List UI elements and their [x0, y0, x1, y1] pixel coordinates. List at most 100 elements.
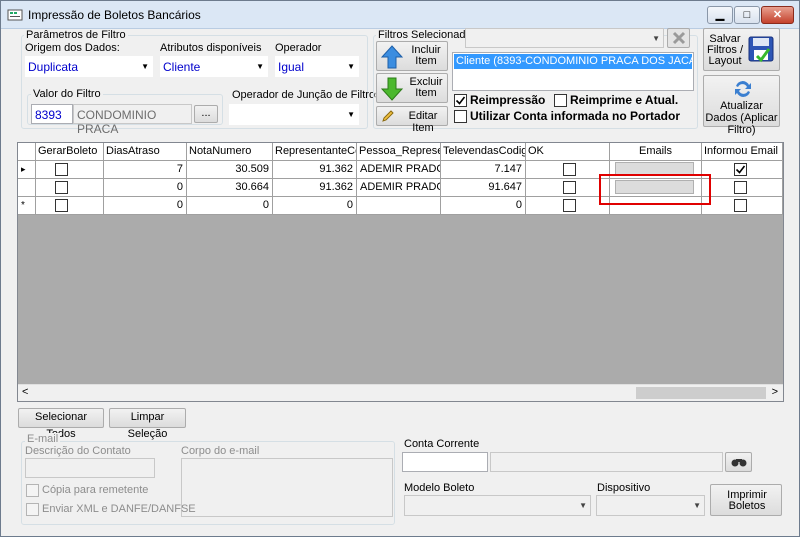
enviar-xml-checkbox[interactable] — [26, 503, 39, 516]
pessoa-cell[interactable]: ADEMIR PRADO — [357, 161, 441, 179]
col-header-ok[interactable]: OK — [526, 143, 610, 161]
browse-button[interactable]: ... — [194, 105, 218, 123]
operador-combo[interactable]: Igual ▼ — [275, 56, 359, 77]
selecionar-todos-button[interactable]: Selecionar Todos — [18, 408, 104, 440]
reimprime-checkbox[interactable] — [554, 94, 567, 107]
filtros-listbox[interactable]: Cliente (8393-CONDOMINIO PRACA DOS JACAR… — [452, 52, 694, 91]
nota-cell[interactable]: 30.664 — [187, 179, 273, 197]
gerar-cell[interactable] — [36, 197, 104, 215]
informou-checkbox[interactable] — [734, 199, 747, 212]
main-window: Impressão de Boletos Bancários ▁ □ ✕ Par… — [0, 0, 800, 537]
col-header-representante[interactable]: RepresentanteCodi — [273, 143, 357, 161]
informou-checkbox[interactable] — [734, 163, 747, 176]
salvar-label: Salvar Filtros / Layout — [706, 33, 744, 67]
operador-value: Igual — [278, 60, 305, 74]
ok-checkbox[interactable] — [563, 199, 576, 212]
col-header-televendas[interactable]: TelevendasCodigo — [441, 143, 526, 161]
corpo-textarea[interactable] — [181, 458, 393, 517]
rep-cell[interactable]: 91.362 — [273, 179, 357, 197]
ok-checkbox[interactable] — [563, 181, 576, 194]
informou-checkbox[interactable] — [734, 181, 747, 194]
descricao-label: Descrição do Contato — [25, 445, 131, 457]
scroll-right-arrow[interactable]: > — [772, 386, 778, 398]
descricao-input[interactable] — [25, 458, 155, 478]
rep-cell[interactable]: 0 — [273, 197, 357, 215]
pessoa-cell[interactable]: ADEMIR PRADO — [357, 179, 441, 197]
col-header-nota[interactable]: NotaNumero — [187, 143, 273, 161]
copia-label: Cópia para remetente — [42, 484, 149, 496]
chevron-down-icon: ▼ — [141, 62, 149, 71]
filtros-label: Filtros Selecionados — [376, 29, 480, 41]
window-title: Impressão de Boletos Bancários — [28, 8, 201, 22]
scroll-thumb[interactable] — [636, 387, 766, 399]
close-button[interactable]: ✕ — [761, 6, 794, 24]
col-header-informou[interactable]: Informou Email — [702, 143, 783, 161]
conta-portador-checkbox[interactable] — [454, 110, 467, 123]
maximize-button[interactable]: □ — [734, 6, 760, 24]
nota-cell[interactable]: 0 — [187, 197, 273, 215]
scroll-left-arrow[interactable]: < — [22, 386, 28, 398]
tele-cell[interactable]: 0 — [441, 197, 526, 215]
dias-cell[interactable]: 0 — [104, 197, 187, 215]
valor-code-input[interactable]: 8393 — [31, 104, 73, 124]
atualizar-dados-button[interactable]: Atualizar Dados (Aplicar Filtro) — [703, 75, 780, 136]
filtros-list-item[interactable]: Cliente (8393-CONDOMINIO PRACA DOS JACAR… — [454, 54, 692, 69]
conta-portador-label: Utilizar Conta informada no Portador — [470, 109, 681, 123]
dias-cell[interactable]: 7 — [104, 161, 187, 179]
salvar-filtros-button[interactable]: Salvar Filtros / Layout — [703, 28, 780, 71]
valor-name-field: CONDOMINIO PRACA — [73, 104, 192, 136]
minimize-button[interactable]: ▁ — [707, 6, 733, 24]
editar-item-button[interactable]: Editar Item — [376, 106, 448, 134]
tele-cell[interactable]: 91.647 — [441, 179, 526, 197]
conta-corrente-input[interactable] — [402, 452, 488, 472]
binoculars-button[interactable] — [725, 452, 752, 472]
imprimir-boletos-button[interactable]: Imprimir Boletos — [710, 484, 782, 516]
row-indicator: ▸ — [18, 161, 36, 179]
nota-cell[interactable]: 30.509 — [187, 161, 273, 179]
juncao-combo[interactable]: ▼ — [229, 104, 359, 125]
informou-cell[interactable] — [702, 179, 783, 197]
gerar-checkbox[interactable] — [55, 199, 68, 212]
gerar-cell[interactable] — [36, 179, 104, 197]
conta-corrente-desc — [490, 452, 723, 472]
modelo-combo[interactable]: ▼ — [404, 495, 591, 516]
corpo-label: Corpo do e-mail — [181, 445, 260, 457]
refresh-icon — [735, 81, 751, 97]
chevron-down-icon: ▼ — [693, 501, 701, 510]
excluir-item-button[interactable]: Excluir Item — [376, 73, 448, 103]
informou-cell[interactable] — [702, 161, 783, 179]
gerar-checkbox[interactable] — [55, 163, 68, 176]
dispositivo-combo[interactable]: ▼ — [596, 495, 705, 516]
excluir-label: Excluir Item — [409, 76, 443, 99]
reimpressao-checkbox[interactable] — [454, 94, 467, 107]
incluir-item-button[interactable]: Incluir Item — [376, 41, 448, 71]
remove-filter-button[interactable] — [667, 28, 690, 48]
ok-cell[interactable] — [526, 197, 610, 215]
limpar-selecao-label: Limpar Seleção — [127, 411, 168, 440]
filtros-combo[interactable]: ▼ — [465, 28, 664, 48]
informou-cell[interactable] — [702, 197, 783, 215]
rep-cell[interactable]: 91.362 — [273, 161, 357, 179]
pessoa-cell[interactable] — [357, 197, 441, 215]
ok-cell[interactable] — [526, 179, 610, 197]
col-header-pessoa[interactable]: Pessoa_Representa — [357, 143, 441, 161]
origem-combo[interactable]: Duplicata ▼ — [25, 56, 153, 77]
atributos-value: Cliente — [163, 60, 201, 74]
limpar-selecao-button[interactable]: Limpar Seleção — [109, 408, 186, 440]
dias-cell[interactable]: 0 — [104, 179, 187, 197]
ok-cell[interactable] — [526, 161, 610, 179]
ok-checkbox[interactable] — [563, 163, 576, 176]
gerar-cell[interactable] — [36, 161, 104, 179]
gerar-checkbox[interactable] — [55, 181, 68, 194]
tele-cell[interactable]: 7.147 — [441, 161, 526, 179]
horizontal-scrollbar[interactable]: < > — [18, 384, 783, 401]
app-icon — [7, 9, 23, 21]
col-header-gerar[interactable]: GerarBoleto — [36, 143, 104, 161]
atributos-combo[interactable]: Cliente ▼ — [160, 56, 268, 77]
reimpressao-label: Reimpressão — [470, 93, 546, 107]
copia-checkbox[interactable] — [26, 484, 39, 497]
editar-label: Editar Item — [408, 110, 438, 134]
col-header-dias[interactable]: DiasAtraso — [104, 143, 187, 161]
chevron-down-icon: ▼ — [652, 34, 660, 43]
col-header-emails[interactable]: Emails — [610, 143, 702, 161]
